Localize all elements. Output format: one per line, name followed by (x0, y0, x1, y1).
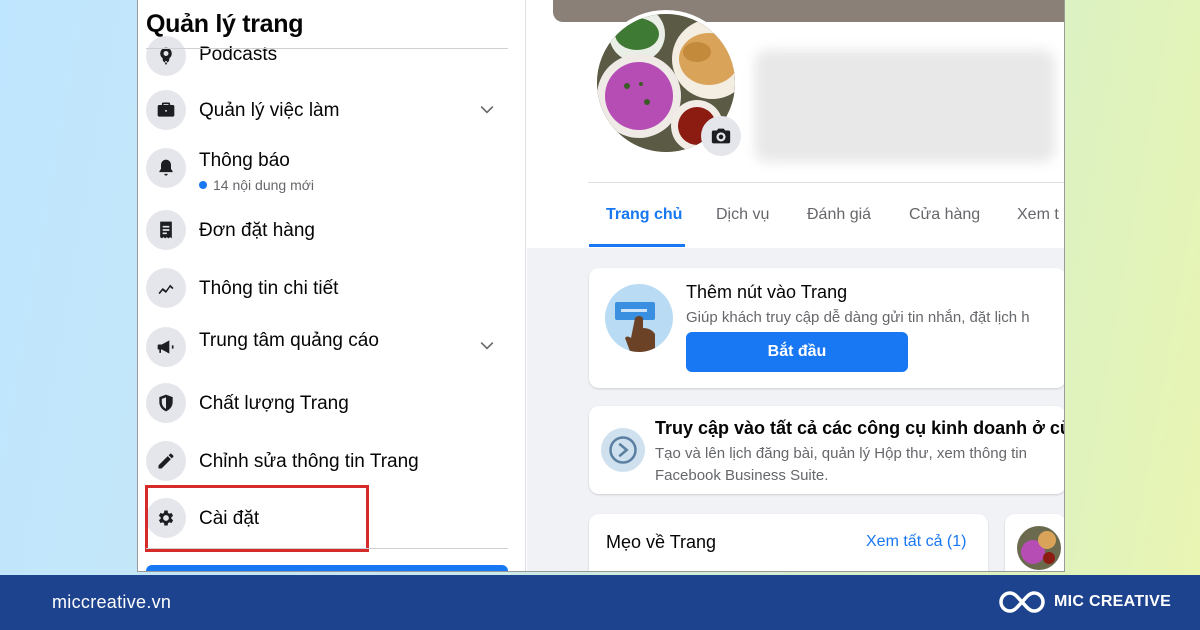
tab-more[interactable]: Xem t (1017, 206, 1059, 224)
settings-highlight-box (145, 485, 369, 552)
website-url: miccreative.vn (52, 592, 172, 612)
sidebar-item-edit-page-info[interactable]: Chỉnh sửa thông tin Trang (146, 441, 508, 487)
chevron-down-icon[interactable] (478, 336, 498, 356)
divider (588, 182, 1064, 183)
tab-home[interactable]: Trang chủ (606, 206, 682, 224)
blurred-page-name (755, 50, 1055, 162)
divider (146, 48, 508, 49)
camera-icon[interactable] (701, 116, 741, 156)
sidebar-item-ad-center[interactable]: Trung tâm quảng cáo (146, 325, 508, 371)
tab-reviews[interactable]: Đánh giá (807, 206, 871, 224)
chevron-down-icon[interactable] (478, 100, 498, 120)
business-suite-card: Truy cập vào tất cả các công cụ kinh doa… (589, 406, 1065, 494)
page-main-area: Trang chủ Dịch vụ Đánh giá Cửa hàng Xem … (527, 0, 1065, 571)
footer-bar: miccreative.vn MIC CREATIVE (0, 575, 1200, 630)
megaphone-icon (146, 327, 186, 367)
insights-icon (146, 268, 186, 308)
business-suite-icon (601, 428, 645, 472)
thumbnail-card (1005, 514, 1064, 571)
sidebar-primary-button[interactable] (146, 565, 508, 571)
infinity-logo-icon (999, 591, 1045, 613)
tab-shop[interactable]: Cửa hàng (909, 206, 980, 224)
see-all-link[interactable]: Xem tất cả (1) (866, 533, 966, 551)
divider (146, 548, 508, 549)
manage-page-sidebar: Quản lý trang Podcasts Quản lý việc làm … (138, 0, 526, 571)
receipt-icon (146, 210, 186, 250)
sidebar-item-label: Đơn đặt hàng (199, 220, 315, 241)
sidebar-item-podcasts[interactable]: Podcasts (146, 34, 508, 80)
brand-name: MIC CREATIVE (1054, 593, 1172, 610)
sidebar-item-insights[interactable]: Thông tin chi tiết (146, 268, 508, 314)
bell-icon (146, 148, 186, 188)
active-tab-indicator (589, 244, 685, 247)
tap-button-illustration-icon (605, 284, 673, 352)
start-button[interactable]: Bắt đầu (686, 332, 908, 372)
notification-count-text: 14 nội dung mới (213, 177, 315, 193)
notification-count: 14 nội dung mới (199, 177, 314, 193)
sidebar-item-notifications[interactable]: Thông báo 14 nội dung mới (146, 148, 508, 194)
card-title: Truy cập vào tất cả các công cụ kinh doa… (655, 418, 1065, 438)
sidebar-item-label: Chỉnh sửa thông tin Trang (199, 451, 419, 472)
shield-icon (146, 383, 186, 423)
food-thumbnail-icon (1017, 526, 1061, 570)
sidebar-item-label: Trung tâm quảng cáo (199, 330, 379, 351)
page-tips-card: Mẹo về Trang Xem tất cả (1) (589, 514, 988, 571)
card-title: Thêm nút vào Trang (686, 282, 848, 302)
facebook-page-screenshot: Quản lý trang Podcasts Quản lý việc làm … (137, 0, 1065, 572)
unread-dot-icon (199, 181, 207, 189)
sidebar-item-label: Thông báo (199, 150, 290, 171)
card-description: Giúp khách truy cập dễ dàng gửi tin nhắn… (686, 309, 1030, 326)
sidebar-item-label: Thông tin chi tiết (199, 278, 339, 299)
sidebar-item-label: Quản lý việc làm (199, 100, 340, 121)
sidebar-item-orders[interactable]: Đơn đặt hàng (146, 210, 508, 256)
tab-services[interactable]: Dịch vụ (716, 206, 769, 224)
podcast-icon (146, 36, 186, 76)
card-description-line2: Facebook Business Suite. (655, 467, 829, 484)
sidebar-item-jobs[interactable]: Quản lý việc làm (146, 90, 508, 136)
sidebar-item-label: Chất lượng Trang (199, 393, 349, 414)
sidebar-item-page-quality[interactable]: Chất lượng Trang (146, 383, 508, 429)
card-description-line1: Tạo và lên lịch đăng bài, quản lý Hộp th… (655, 445, 1027, 462)
add-button-card: Thêm nút vào Trang Giúp khách truy cập d… (589, 268, 1064, 388)
briefcase-icon (146, 90, 186, 130)
card-title: Mẹo về Trang (606, 532, 717, 552)
brand-logo: MIC CREATIVE (998, 588, 1171, 616)
pencil-icon (146, 441, 186, 481)
